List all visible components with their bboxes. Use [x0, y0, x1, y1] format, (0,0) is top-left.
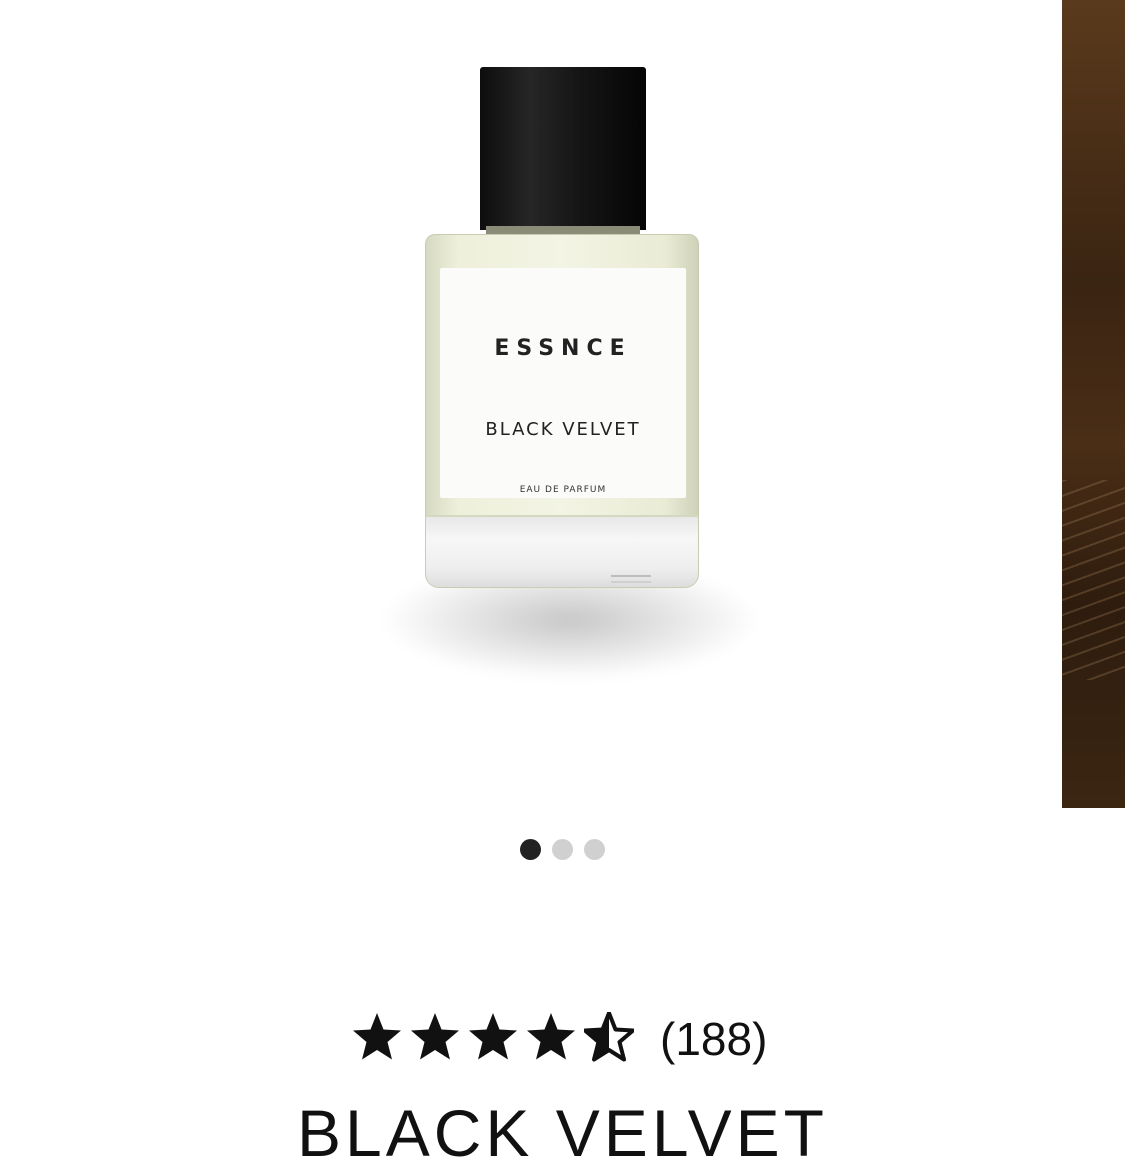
bottle-brand-text: ESSNCE [494, 336, 632, 361]
product-rating[interactable]: (188) [352, 1008, 782, 1068]
carousel-dot-1[interactable] [520, 839, 541, 860]
star-full-icon [411, 1013, 459, 1060]
review-count[interactable]: (188) [660, 1012, 767, 1066]
bottle-cap [480, 67, 646, 230]
carousel-dot-3[interactable] [584, 839, 605, 860]
bottle-glass-base [426, 515, 698, 587]
perfume-bottle-image: ESSNCE BLACK VELVET EAU DE PARFUM [425, 234, 699, 588]
product-image-slide[interactable]: ESSNCE BLACK VELVET EAU DE PARFUM [0, 0, 1062, 810]
star-full-icon [353, 1013, 401, 1060]
bottle-type-text: EAU DE PARFUM [519, 485, 607, 495]
star-full-icon [527, 1013, 575, 1060]
bottle-product-text: BLACK VELVET [485, 419, 641, 440]
product-title: BLACK VELVET [297, 1096, 828, 1170]
bottle-label: ESSNCE BLACK VELVET EAU DE PARFUM [440, 268, 686, 498]
product-image-carousel[interactable]: ESSNCE BLACK VELVET EAU DE PARFUM [0, 0, 1125, 810]
carousel-pagination [520, 839, 610, 861]
carousel-dot-2[interactable] [552, 839, 573, 860]
star-half-icon [584, 1012, 634, 1062]
next-slide-peek[interactable] [1062, 0, 1125, 808]
star-full-icon [469, 1013, 517, 1060]
